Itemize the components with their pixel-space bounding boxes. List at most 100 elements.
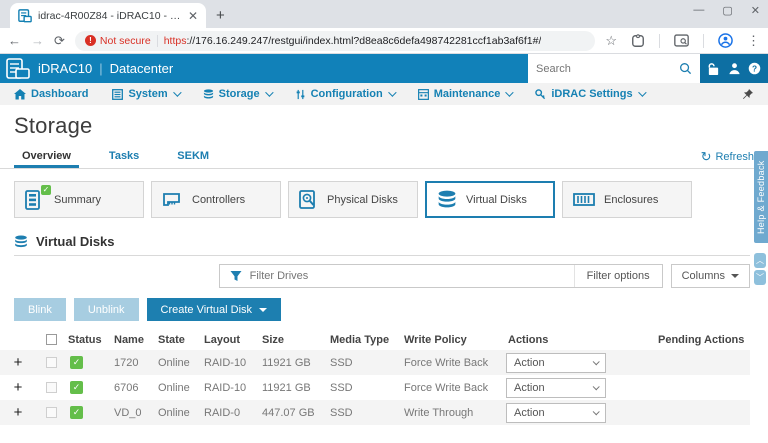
cell-layout: RAID-0 bbox=[202, 407, 260, 419]
filter-drives-box[interactable]: Filter options bbox=[219, 264, 663, 288]
chrome-menu-icon[interactable]: ⋮ bbox=[747, 33, 760, 49]
blink-button[interactable]: Blink bbox=[14, 298, 66, 321]
cell-name: VD_0 bbox=[112, 407, 156, 419]
search-input[interactable] bbox=[536, 63, 679, 75]
help-icon[interactable]: ? bbox=[748, 62, 761, 75]
url-scheme: https bbox=[164, 35, 187, 47]
url-text: https://176.16.249.247/restgui/index.htm… bbox=[164, 35, 542, 47]
chevron-down-icon bbox=[265, 88, 273, 96]
nav-label: Maintenance bbox=[434, 88, 501, 100]
new-tab-button[interactable]: + bbox=[216, 7, 225, 24]
window-maximize-icon[interactable]: ▢ bbox=[722, 4, 732, 17]
refresh-icon: ↻ bbox=[701, 152, 712, 162]
tab-overview[interactable]: Overview bbox=[14, 146, 79, 168]
card-virtual-disks[interactable]: Virtual Disks bbox=[425, 181, 555, 218]
row-checkbox[interactable] bbox=[46, 407, 57, 418]
chevron-down-icon bbox=[173, 88, 181, 96]
scroll-widget: ︿ ﹀ bbox=[754, 253, 766, 285]
nav-label: Configuration bbox=[311, 88, 383, 100]
tab-close-icon[interactable]: ✕ bbox=[188, 9, 198, 23]
filter-drives-input[interactable] bbox=[250, 270, 574, 282]
cell-write-policy: Force Write Back bbox=[402, 357, 506, 369]
summary-healthy-badge: ✓ bbox=[41, 185, 51, 195]
table-row: + ✓ VD_0 Online RAID-0 447.07 GB SSD Wri… bbox=[0, 400, 750, 425]
browser-tab[interactable]: idrac-4R00Z84 - iDRAC10 - Sto ✕ bbox=[10, 3, 206, 28]
row-expand-icon[interactable]: + bbox=[0, 404, 36, 421]
global-search[interactable] bbox=[528, 54, 700, 83]
card-enclosures[interactable]: Enclosures bbox=[562, 181, 692, 218]
create-virtual-disk-button[interactable]: Create Virtual Disk bbox=[147, 298, 282, 321]
user-icon[interactable] bbox=[728, 62, 741, 75]
nav-system[interactable]: System bbox=[112, 88, 178, 100]
row-expand-icon[interactable]: + bbox=[0, 379, 36, 396]
not-secure-chip[interactable]: ! Not secure bbox=[85, 35, 151, 47]
card-summary[interactable]: ✓ Summary bbox=[14, 181, 144, 218]
filter-options-link[interactable]: Filter options bbox=[574, 265, 662, 287]
profile-icon[interactable] bbox=[718, 33, 733, 48]
action-select-label: Action bbox=[514, 382, 545, 394]
filter-funnel-icon bbox=[230, 270, 242, 282]
idrac-header: iDRAC10 | Datacenter ? bbox=[0, 54, 768, 83]
create-virtual-disk-label: Create Virtual Disk bbox=[161, 304, 253, 316]
reload-icon[interactable]: ⟳ bbox=[54, 33, 65, 49]
chevron-down-icon bbox=[731, 274, 739, 278]
nav-configuration[interactable]: Configuration bbox=[295, 88, 394, 100]
license-name: Datacenter bbox=[110, 61, 174, 76]
tab-title: idrac-4R00Z84 - iDRAC10 - Sto bbox=[38, 10, 182, 22]
row-expand-icon[interactable]: + bbox=[0, 354, 36, 371]
cell-layout: RAID-10 bbox=[202, 357, 260, 369]
virtual-disk-icon bbox=[437, 190, 457, 210]
nav-idrac-settings[interactable]: iDRAC Settings bbox=[535, 88, 643, 100]
browser-toolbar: ← → ⟳ ! Not secure https://176.16.249.24… bbox=[0, 28, 768, 54]
section-title: Virtual Disks bbox=[36, 234, 115, 249]
address-bar[interactable]: ! Not secure https://176.16.249.247/rest… bbox=[75, 31, 595, 51]
tab-sekm[interactable]: SEKM bbox=[169, 146, 217, 168]
card-physical-disks[interactable]: Physical Disks bbox=[288, 181, 418, 218]
extensions-icon[interactable] bbox=[631, 34, 645, 48]
action-select[interactable]: Action bbox=[506, 403, 606, 423]
help-feedback-tab[interactable]: Help & Feedback bbox=[754, 151, 768, 243]
cell-state: Online bbox=[156, 407, 202, 419]
col-media-type: Media Type bbox=[328, 334, 402, 346]
action-select[interactable]: Action bbox=[506, 353, 606, 373]
nav-storage[interactable]: Storage bbox=[203, 88, 271, 100]
window-minimize-icon[interactable]: — bbox=[693, 4, 704, 17]
bookmark-star-icon[interactable]: ☆ bbox=[605, 33, 617, 49]
nav-maintenance[interactable]: Maintenance bbox=[418, 88, 512, 100]
toolbar-divider bbox=[659, 34, 660, 48]
cell-size: 11921 GB bbox=[260, 382, 328, 394]
refresh-button[interactable]: ↻ Refresh bbox=[701, 151, 754, 168]
action-select[interactable]: Action bbox=[506, 378, 606, 398]
scroll-up-icon[interactable]: ︿ bbox=[754, 253, 766, 268]
omnibox-divider bbox=[157, 35, 158, 47]
enclosure-icon bbox=[573, 193, 595, 206]
columns-button[interactable]: Columns bbox=[671, 264, 750, 288]
row-checkbox[interactable] bbox=[46, 382, 57, 393]
settings-key-icon bbox=[535, 89, 546, 100]
scroll-down-icon[interactable]: ﹀ bbox=[754, 270, 766, 285]
chevron-down-icon bbox=[593, 358, 600, 365]
product-name: iDRAC10 bbox=[38, 61, 92, 76]
tab-tasks[interactable]: Tasks bbox=[101, 146, 147, 168]
card-controllers[interactable]: Controllers bbox=[151, 181, 281, 218]
unlock-icon[interactable] bbox=[707, 62, 720, 76]
storage-disks-icon bbox=[203, 89, 214, 100]
action-select-label: Action bbox=[514, 407, 545, 419]
cell-media: SSD bbox=[328, 382, 402, 394]
side-panel-search-icon[interactable] bbox=[674, 34, 689, 47]
cell-state: Online bbox=[156, 382, 202, 394]
page-content: Storage Overview Tasks SEKM ↻ Refresh ✓ … bbox=[0, 105, 768, 443]
nav-label: Dashboard bbox=[31, 88, 88, 100]
chevron-down-icon bbox=[638, 88, 646, 96]
unblink-button[interactable]: Unblink bbox=[74, 298, 139, 321]
row-checkbox[interactable] bbox=[46, 357, 57, 368]
nav-dashboard[interactable]: Dashboard bbox=[14, 88, 88, 100]
window-close-icon[interactable]: ✕ bbox=[751, 4, 760, 17]
search-icon[interactable] bbox=[679, 62, 692, 75]
back-icon[interactable]: ← bbox=[8, 33, 21, 48]
pushpin-icon[interactable] bbox=[742, 88, 754, 100]
col-actions: Actions bbox=[506, 334, 656, 346]
toolbar-divider bbox=[703, 34, 704, 48]
select-all-checkbox[interactable] bbox=[46, 334, 57, 345]
forward-icon[interactable]: → bbox=[31, 33, 44, 48]
